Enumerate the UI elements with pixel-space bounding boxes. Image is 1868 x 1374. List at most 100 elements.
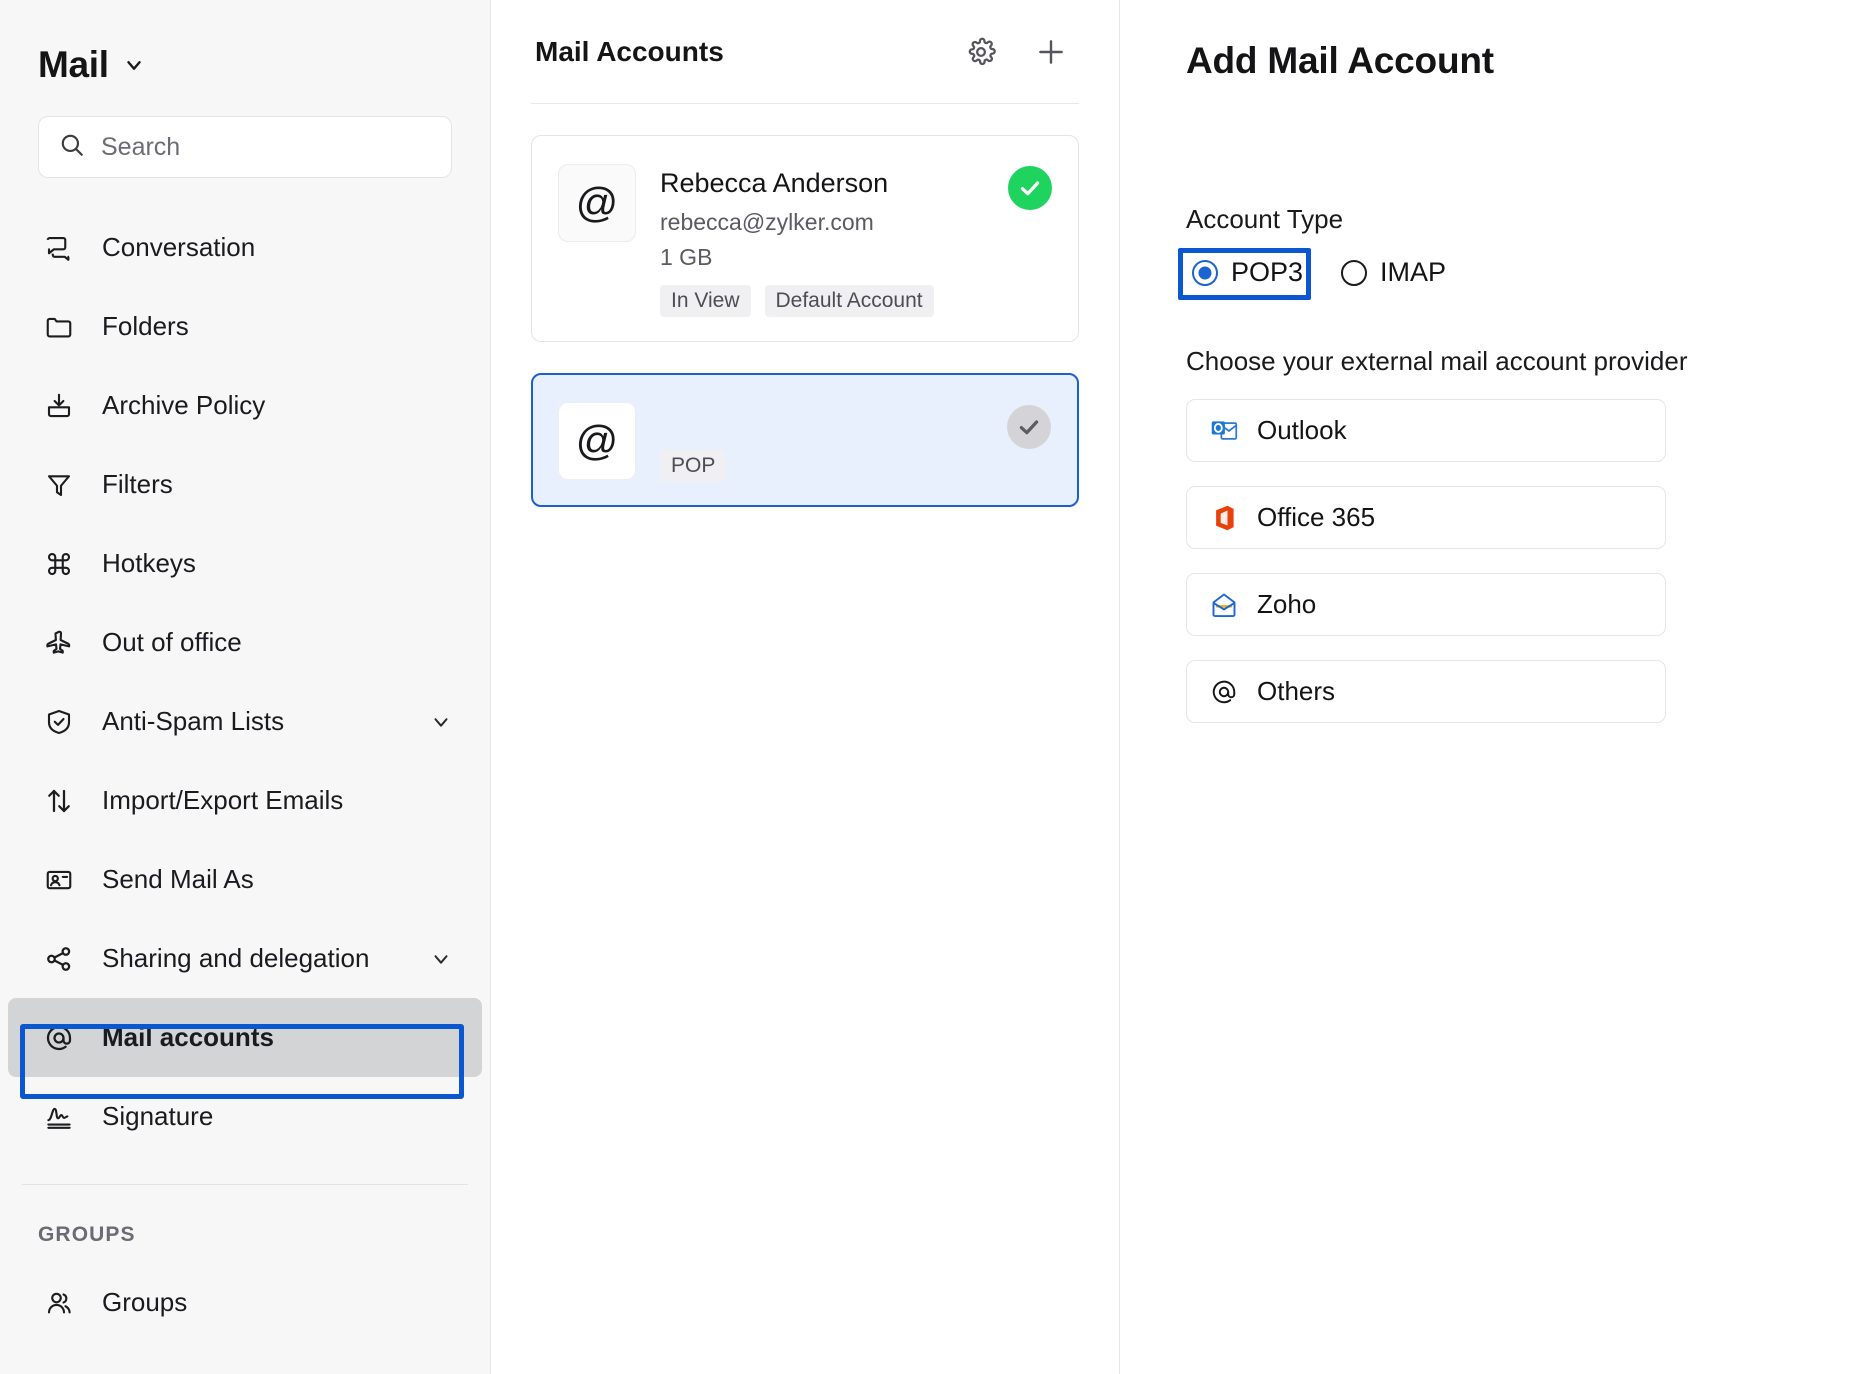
plus-icon[interactable]: [1033, 34, 1069, 70]
account-tags: POP: [660, 450, 726, 482]
check-circle-icon: [1007, 405, 1051, 449]
airplane-icon: [42, 626, 76, 660]
status-badge: Default Account: [765, 285, 934, 317]
provider-label: Office 365: [1257, 502, 1375, 533]
folder-icon: [42, 310, 76, 344]
account-card[interactable]: @ Rebecca Anderson rebecca@zylker.com 1 …: [531, 135, 1079, 342]
at-icon: [1209, 677, 1239, 707]
provider-option-others[interactable]: Others: [1186, 660, 1666, 723]
search-box[interactable]: [38, 116, 452, 178]
provider-section-label: Choose your external mail account provid…: [1186, 346, 1868, 377]
account-details: Rebecca Anderson rebecca@zylker.com 1 GB…: [660, 164, 934, 317]
provider-option-outlook[interactable]: Outlook: [1186, 399, 1666, 462]
radio-unselected-icon[interactable]: [1341, 260, 1367, 286]
sidebar-item-archive-policy[interactable]: Archive Policy: [8, 366, 482, 445]
sidebar-item-hotkeys[interactable]: Hotkeys: [8, 524, 482, 603]
account-size: 1 GB: [660, 244, 934, 271]
provider-option-zoho[interactable]: Zoho: [1186, 573, 1666, 636]
search-input[interactable]: [101, 133, 431, 162]
office365-icon: [1209, 503, 1239, 533]
command-icon: [42, 547, 76, 581]
at-icon: [42, 1021, 76, 1055]
account-details: POP: [660, 402, 726, 482]
archive-icon: [42, 389, 76, 423]
sidebar-item-label: Out of office: [102, 627, 242, 658]
provider-list: Outlook Office 365: [1186, 399, 1666, 723]
page-title: Add Mail Account: [1186, 40, 1868, 82]
provider-label: Outlook: [1257, 415, 1347, 446]
sidebar-item-label: Signature: [102, 1101, 213, 1132]
sidebar-section-title: GROUPS: [0, 1185, 490, 1247]
chevron-down-icon[interactable]: [430, 711, 452, 733]
sidebar-item-label: Send Mail As: [102, 864, 254, 895]
sidebar-item-groups[interactable]: Groups: [8, 1263, 482, 1342]
gear-icon[interactable]: [963, 34, 999, 70]
radio-option-pop3[interactable]: POP3: [1186, 253, 1309, 292]
sidebar-item-folders[interactable]: Folders: [8, 287, 482, 366]
search-icon: [59, 132, 85, 163]
sidebar-item-filters[interactable]: Filters: [8, 445, 482, 524]
radio-selected-icon[interactable]: [1192, 260, 1218, 286]
add-mail-account-panel: Add Mail Account Account Type POP3 IMAP …: [1120, 0, 1868, 1374]
mail-accounts-panel: Mail Accounts @ Rebecca Anderson rebecca…: [491, 0, 1120, 1374]
sidebar-item-label: Mail accounts: [102, 1022, 274, 1053]
sidebar-item-label: Groups: [102, 1287, 187, 1318]
conversation-icon: [42, 231, 76, 265]
panel-title: Mail Accounts: [535, 36, 724, 68]
account-type-radio-group: POP3 IMAP: [1186, 253, 1868, 292]
provider-label: Others: [1257, 676, 1335, 707]
shield-check-icon: [42, 705, 76, 739]
account-email: rebecca@zylker.com: [660, 209, 934, 236]
sidebar: Mail Conversation: [0, 0, 491, 1374]
avatar: @: [558, 402, 636, 480]
app-root: Mail Conversation: [0, 0, 1868, 1374]
sidebar-item-label: Folders: [102, 311, 189, 342]
account-card[interactable]: @ POP: [531, 373, 1079, 507]
share-icon: [42, 942, 76, 976]
sidebar-item-send-mail-as[interactable]: Send Mail As: [8, 840, 482, 919]
sidebar-item-label: Archive Policy: [102, 390, 265, 421]
avatar: @: [558, 164, 636, 242]
at-icon: @: [576, 417, 619, 465]
sidebar-item-label: Conversation: [102, 232, 255, 263]
chevron-down-icon[interactable]: [123, 54, 145, 76]
account-name: Rebecca Anderson: [660, 166, 934, 201]
search-container: [0, 86, 490, 178]
users-icon: [42, 1286, 76, 1320]
sidebar-item-conversation[interactable]: Conversation: [8, 208, 482, 287]
sidebar-item-label: Anti-Spam Lists: [102, 706, 284, 737]
sidebar-item-out-of-office[interactable]: Out of office: [8, 603, 482, 682]
sidebar-item-label: Filters: [102, 469, 173, 500]
user-card-icon: [42, 863, 76, 897]
sidebar-item-import-export-emails[interactable]: Import/Export Emails: [8, 761, 482, 840]
radio-label: IMAP: [1380, 257, 1446, 288]
sidebar-item-mail-accounts[interactable]: Mail accounts: [8, 998, 482, 1077]
brand-title: Mail: [38, 44, 109, 86]
sidebar-nav: Conversation Folders Archive Policy Filt…: [0, 178, 490, 1342]
account-tags: In View Default Account: [660, 285, 934, 317]
filter-icon: [42, 468, 76, 502]
sidebar-item-label: Hotkeys: [102, 548, 196, 579]
sidebar-item-anti-spam-lists[interactable]: Anti-Spam Lists: [8, 682, 482, 761]
sidebar-item-signature[interactable]: Signature: [8, 1077, 482, 1156]
account-type-label: Account Type: [1186, 204, 1868, 235]
signature-icon: [42, 1100, 76, 1134]
radio-option-imap[interactable]: IMAP: [1335, 253, 1452, 292]
status-badge: In View: [660, 285, 751, 317]
arrows-updown-icon: [42, 784, 76, 818]
provider-option-office-365[interactable]: Office 365: [1186, 486, 1666, 549]
status-badge: POP: [660, 450, 726, 482]
radio-label: POP3: [1231, 257, 1303, 288]
mail-accounts-header: Mail Accounts: [531, 0, 1079, 104]
provider-label: Zoho: [1257, 589, 1316, 620]
check-circle-icon: [1008, 166, 1052, 210]
zoho-mail-icon: [1209, 590, 1239, 620]
outlook-icon: [1209, 416, 1239, 446]
chevron-down-icon[interactable]: [430, 948, 452, 970]
at-icon: @: [576, 179, 619, 227]
panel-actions: [963, 34, 1069, 70]
brand-selector[interactable]: Mail: [0, 0, 490, 86]
sidebar-item-sharing-and-delegation[interactable]: Sharing and delegation: [8, 919, 482, 998]
sidebar-item-label: Import/Export Emails: [102, 785, 343, 816]
sidebar-item-label: Sharing and delegation: [102, 943, 369, 974]
